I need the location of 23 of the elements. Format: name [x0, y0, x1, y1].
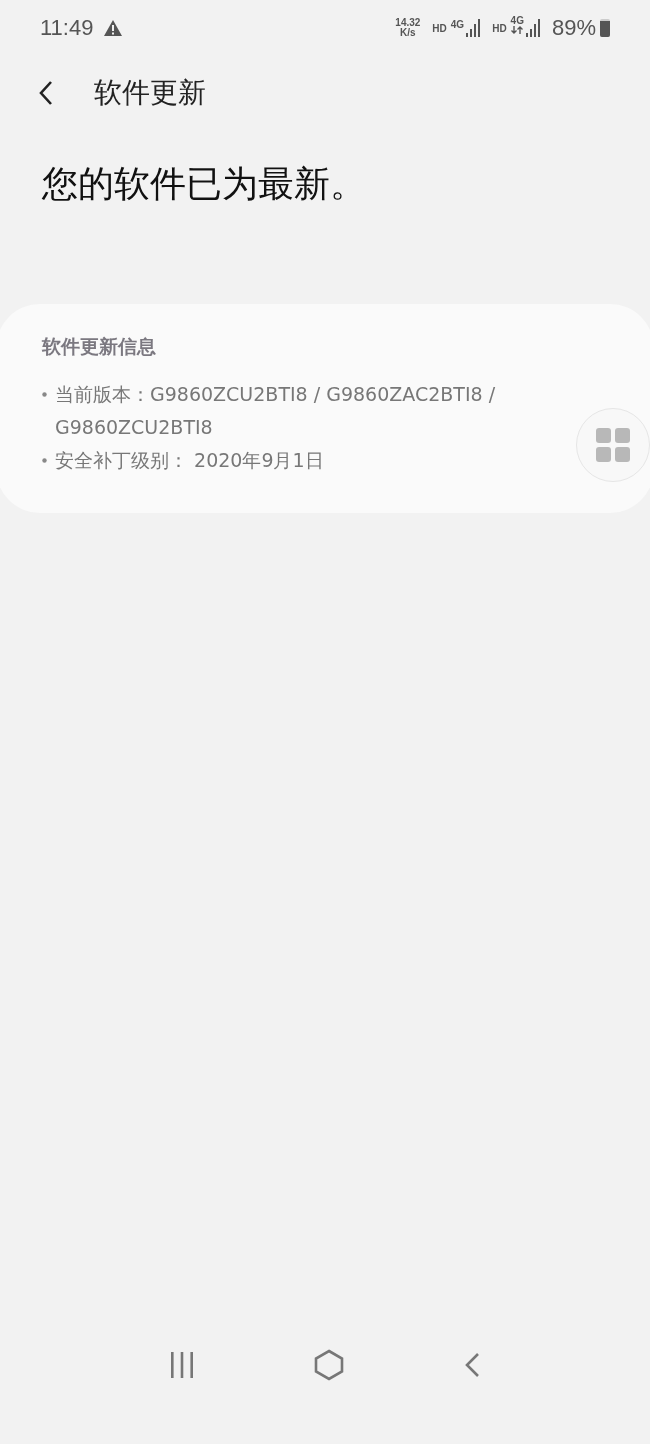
card-title: 软件更新信息 — [42, 334, 157, 359]
bullet-icon — [42, 458, 47, 463]
network-type: 4G — [450, 20, 465, 30]
hd-label: HD — [432, 22, 447, 34]
network-type: 4G — [510, 16, 524, 34]
data-arrows-icon — [511, 26, 524, 34]
signal-icon — [466, 19, 483, 37]
status-time: 11:49 — [40, 15, 94, 41]
hd-label: HD — [492, 22, 507, 34]
back-icon — [38, 80, 54, 106]
info-line: 当前版本：G9860ZCU2BTI8 / G9860ZAC2BTI8 / G9860ZCU2BTI8 — [55, 382, 497, 440]
warning-icon — [103, 19, 124, 37]
status-message: 您的软件已为最新。 — [41, 162, 367, 206]
info-line: 安全补丁级别： 2020年9月1日 — [55, 448, 325, 473]
home-icon — [314, 1349, 344, 1381]
bullet-icon — [42, 392, 47, 397]
page-title: 软件更新 — [94, 75, 206, 111]
battery-percent: 89% — [551, 15, 596, 41]
recents-icon — [169, 1351, 196, 1379]
grid-icon — [596, 428, 630, 462]
network-speed: 14.32 K/s — [395, 18, 421, 38]
signal-icon — [525, 19, 542, 37]
battery-icon — [600, 19, 610, 37]
